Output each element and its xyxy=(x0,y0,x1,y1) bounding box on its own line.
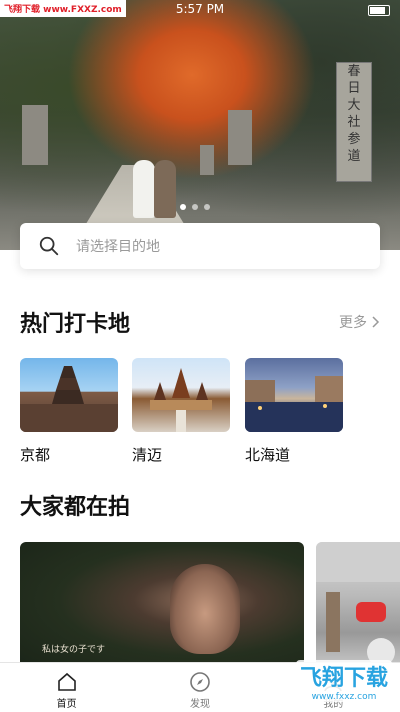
tab-discover[interactable]: 发现 xyxy=(133,663,266,712)
stone-lantern xyxy=(228,110,252,165)
more-label: 更多 xyxy=(339,315,367,331)
spot-name: 京都 xyxy=(20,446,51,464)
more-link[interactable]: 更多 xyxy=(339,312,380,332)
carousel-dots[interactable] xyxy=(180,204,210,210)
portrait-face xyxy=(170,564,240,654)
home-icon xyxy=(57,672,76,691)
spot-name: 清迈 xyxy=(132,446,163,464)
tab-label: 首页 xyxy=(56,699,77,710)
spot-card-hokkaido[interactable]: 北海道 xyxy=(245,358,343,465)
photo-caption: 私は女の子です xyxy=(42,645,106,655)
groom-figure xyxy=(154,160,176,218)
search-placeholder: 请选择目的地 xyxy=(76,239,160,255)
stone-lantern xyxy=(200,145,214,175)
feed-photo[interactable]: 私は女の子です xyxy=(20,542,304,672)
carousel-dot[interactable] xyxy=(180,204,186,210)
spot-card-chiangmai[interactable]: 清迈 xyxy=(132,358,230,465)
search-bar[interactable]: 请选择目的地 xyxy=(20,223,380,269)
chevron-right-icon xyxy=(372,316,380,328)
watermark-logo: 飞翔下载 www.FXXZ.com xyxy=(0,0,126,17)
spot-card-kyoto[interactable]: 京都 xyxy=(20,358,118,465)
spot-name: 北海道 xyxy=(245,446,291,464)
section-title-hot: 热门打卡地 xyxy=(20,312,131,337)
search-icon xyxy=(39,236,59,256)
shrine-sign: 春日大社参道 xyxy=(336,62,372,182)
carousel-dot[interactable] xyxy=(192,204,198,210)
compass-icon xyxy=(190,672,210,692)
spot-image[interactable] xyxy=(245,358,343,432)
hero-banner[interactable]: 春日大社参道 xyxy=(0,0,400,250)
spot-image[interactable] xyxy=(132,358,230,432)
tab-label: 发现 xyxy=(189,699,210,710)
stone-lantern xyxy=(22,105,48,165)
spot-image[interactable] xyxy=(20,358,118,432)
carousel-dot[interactable] xyxy=(204,204,210,210)
watermark-logo: 飞翔下载 www.fxxz.com xyxy=(295,660,392,702)
bride-figure xyxy=(133,160,155,218)
feed-photo[interactable] xyxy=(316,542,400,672)
section-title-feed: 大家都在拍 xyxy=(20,495,131,520)
battery-icon xyxy=(368,5,390,16)
tab-home[interactable]: 首页 xyxy=(0,663,133,712)
